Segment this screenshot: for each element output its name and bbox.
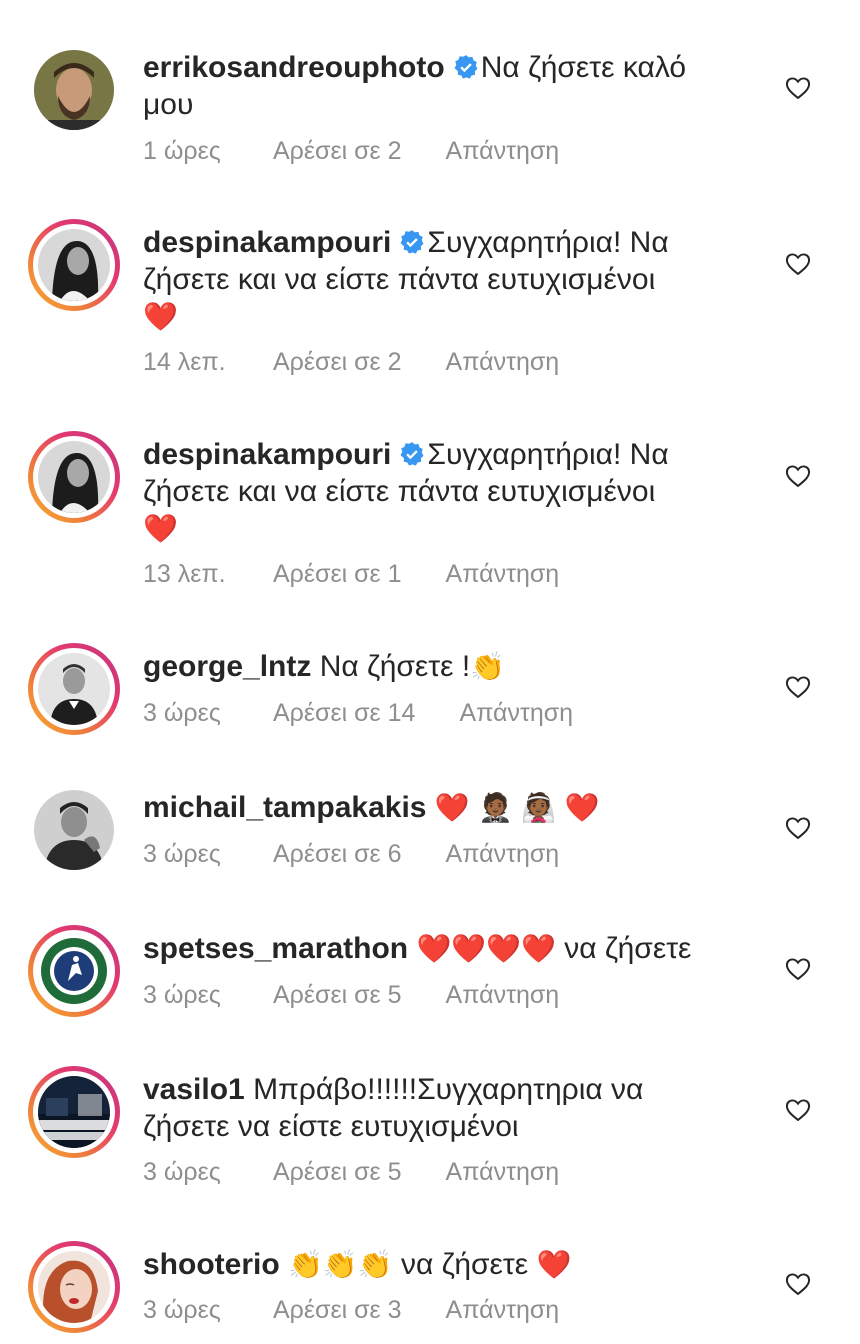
comment-text: despinakampouri Συγχαρητήρια! Να ζήσετε κα… <box>143 436 723 547</box>
groom-emoji: 🤵🏾 <box>478 792 513 823</box>
comment-time: 14 λεπ. <box>143 348 226 376</box>
comment-time: 1 ώρες <box>143 137 221 165</box>
clapping-hands-emoji: 👏 <box>470 651 506 682</box>
comment-body: ζήσετε και να είστε πάντα ευτυχισμένοι <box>143 263 656 296</box>
comment-text: errikosandreouphoto Να ζήσετε καλό μου <box>143 49 723 123</box>
comment-text: shooterio 👏👏👏 να ζήσετε ❤️ <box>143 1246 723 1283</box>
comment-body: ζήσετε να είστε ευτυχισμένοι <box>143 1110 519 1143</box>
comment-body: Συγχαρητήρια! Να <box>427 226 669 259</box>
comment-body: Συγχαρητήρια! Να <box>427 438 669 471</box>
comment-likes[interactable]: Αρέσει σε 3 <box>273 1296 402 1325</box>
comment-likes[interactable]: Αρέσει σε 14 <box>273 699 415 728</box>
comment-meta: 3 ώρες Αρέσει σε 14 Απάντηση <box>143 699 573 728</box>
heart-outline-icon[interactable] <box>784 462 812 490</box>
avatar-bearded-man <box>34 50 114 130</box>
comment-likes[interactable]: Αρέσει σε 5 <box>273 1158 402 1187</box>
comment-body: Να ζήσετε ! <box>319 650 471 683</box>
avatar[interactable] <box>28 784 120 876</box>
verified-badge-icon <box>453 54 479 80</box>
bride-emoji: 👰🏾 <box>521 792 557 823</box>
verified-badge-icon <box>399 441 425 467</box>
comment-meta: 3 ώρες Αρέσει σε 5 Απάντηση <box>143 1158 559 1187</box>
comment-meta: 13 λεπ. Αρέσει σε 1 Απάντηση <box>143 560 559 589</box>
avatar-american-dream <box>38 1076 110 1148</box>
comment-username[interactable]: george_lntz <box>143 650 311 683</box>
heart-outline-icon[interactable] <box>784 955 812 983</box>
comment-body: ζήσετε και να είστε πάντα ευτυχισμένοι <box>143 475 656 508</box>
comment-text: vasilo1 Μπράβο!!!!!!Συγχαρητηρια να ζήσετ… <box>143 1071 723 1145</box>
comment-time: 3 ώρες <box>143 1296 221 1324</box>
heart-emoji: ❤️ <box>143 513 178 544</box>
avatar[interactable] <box>28 1241 120 1333</box>
comment-text: spetses_marathon ❤️❤️❤️❤️ να ζήσετε <box>143 930 723 967</box>
heart-outline-icon[interactable] <box>784 1270 812 1298</box>
avatar[interactable] <box>28 1066 120 1158</box>
reply-button[interactable]: Απάντηση <box>446 840 560 869</box>
comment-text: george_lntz Να ζήσετε !👏 <box>143 648 723 685</box>
reply-button[interactable]: Απάντηση <box>446 1158 560 1187</box>
comments-list: errikosandreouphoto Να ζήσετε καλό μου 1 ώ… <box>0 0 860 1344</box>
heart-emoji: ❤️ <box>564 792 600 823</box>
comment-body: να ζήσετε <box>564 932 692 965</box>
comment-likes[interactable]: Αρέσει σε 1 <box>273 560 402 589</box>
comment-body: μου <box>143 88 194 121</box>
heart-emoji: ❤️ <box>434 792 470 823</box>
avatar[interactable] <box>28 925 120 1017</box>
comment-username[interactable]: spetses_marathon <box>143 932 408 965</box>
comment-likes[interactable]: Αρέσει σε 5 <box>273 981 402 1010</box>
comment-likes[interactable]: Αρέσει σε 6 <box>273 840 402 869</box>
clapping-hands-emoji: 👏👏👏 <box>288 1249 393 1280</box>
heart-outline-icon[interactable] <box>784 1096 812 1124</box>
comment-likes[interactable]: Αρέσει σε 2 <box>273 348 402 377</box>
comment-meta: 3 ώρες Αρέσει σε 6 Απάντηση <box>143 840 559 869</box>
avatar-redhead-woman <box>38 1251 110 1323</box>
reply-button[interactable]: Απάντηση <box>446 560 560 589</box>
heart-emoji: ❤️ <box>536 1249 572 1280</box>
comment-time: 13 λεπ. <box>143 560 226 588</box>
avatar-man-tuxedo <box>38 653 110 725</box>
comment-username[interactable]: michail_tampakakis <box>143 791 427 824</box>
comment-time: 3 ώρες <box>143 1158 221 1186</box>
avatar-woman-bw <box>38 229 110 301</box>
reply-button[interactable]: Απάντηση <box>446 348 560 377</box>
comment-username[interactable]: vasilo1 <box>143 1073 245 1106</box>
comment-text: despinakampouri Συγχαρητήρια! Να ζήσετε κα… <box>143 224 723 335</box>
avatar[interactable] <box>28 219 120 311</box>
comment-username[interactable]: shooterio <box>143 1248 280 1281</box>
comment-time: 3 ώρες <box>143 981 221 1009</box>
heart-outline-icon[interactable] <box>784 250 812 278</box>
heart-outline-icon[interactable] <box>784 673 812 701</box>
comment-meta: 3 ώρες Αρέσει σε 5 Απάντηση <box>143 981 559 1010</box>
comment-meta: 3 ώρες Αρέσει σε 3 Απάντηση <box>143 1296 559 1325</box>
avatar[interactable] <box>28 44 120 136</box>
comment-meta: 1 ώρες Αρέσει σε 2 Απάντηση <box>143 137 559 166</box>
reply-button[interactable]: Απάντηση <box>459 699 573 728</box>
avatar-woman-bw <box>38 441 110 513</box>
verified-badge-icon <box>399 229 425 255</box>
comment-username[interactable]: despinakampouri <box>143 438 391 471</box>
reply-button[interactable]: Απάντηση <box>446 137 560 166</box>
comment-time: 3 ώρες <box>143 840 221 868</box>
comment-body: Μπράβο!!!!!!Συγχαρητηρια να <box>253 1073 644 1106</box>
heart-emoji: ❤️ <box>143 301 178 332</box>
reply-button[interactable]: Απάντηση <box>446 1296 560 1325</box>
heart-emoji: ❤️❤️❤️❤️ <box>416 933 556 964</box>
avatar[interactable] <box>28 643 120 735</box>
heart-outline-icon[interactable] <box>784 814 812 842</box>
avatar[interactable] <box>28 431 120 523</box>
comment-time: 3 ώρες <box>143 699 221 727</box>
comment-username[interactable]: errikosandreouphoto <box>143 51 445 84</box>
heart-outline-icon[interactable] <box>784 74 812 102</box>
comment-username[interactable]: despinakampouri <box>143 226 391 259</box>
comment-text: michail_tampakakis ❤️ 🤵🏾 👰🏾 ❤️ <box>143 789 723 826</box>
comment-body: να ζήσετε <box>400 1248 529 1281</box>
reply-button[interactable]: Απάντηση <box>446 981 560 1010</box>
comment-body: Να ζήσετε καλό <box>480 51 687 84</box>
avatar-marathon-logo <box>38 935 110 1007</box>
avatar-man-bw <box>34 790 114 870</box>
comment-likes[interactable]: Αρέσει σε 2 <box>273 137 402 166</box>
comment-meta: 14 λεπ. Αρέσει σε 2 Απάντηση <box>143 348 559 377</box>
